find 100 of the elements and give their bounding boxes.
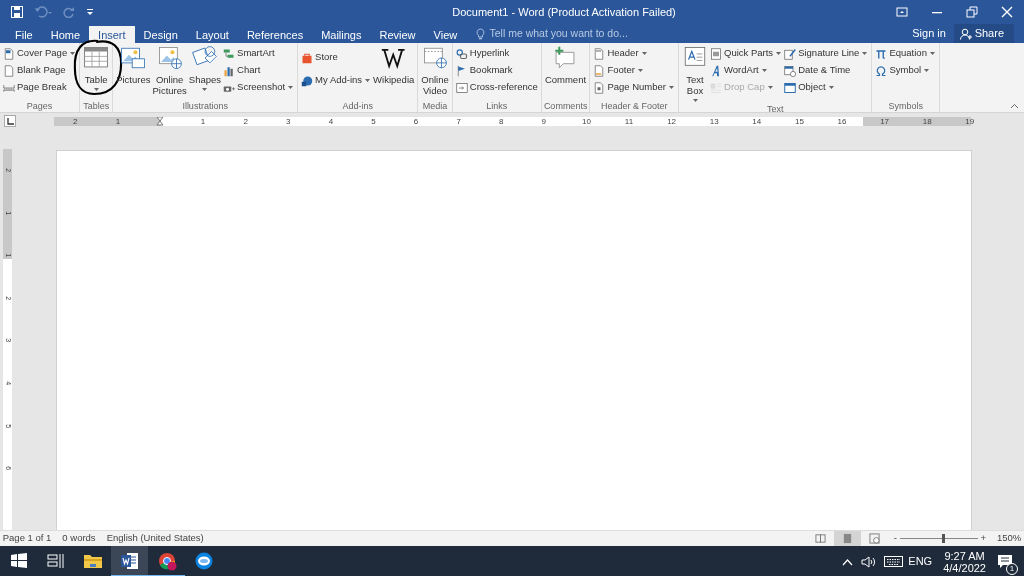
footer-icon xyxy=(593,64,606,77)
ribbon-button[interactable]: Symbol xyxy=(874,62,937,79)
ruler-number: 14 xyxy=(752,116,762,126)
indent-marker-icon[interactable] xyxy=(156,116,165,126)
ribbon-display-icon[interactable] xyxy=(895,6,908,18)
page-count[interactable]: Page 1 of 1 xyxy=(2,531,52,546)
page-number-icon xyxy=(593,81,606,94)
ribbon-button[interactable]: Signature Line xyxy=(783,45,870,62)
keyboard-icon[interactable] xyxy=(883,556,903,567)
ribbon-button[interactable]: Equation xyxy=(874,45,937,62)
ribbon-button[interactable]: Date & Time xyxy=(783,62,870,79)
close-icon[interactable] xyxy=(1000,6,1013,18)
ribbon-tab[interactable]: Review xyxy=(370,26,425,43)
ribbon-button[interactable]: Cross-reference xyxy=(454,79,539,96)
ribbon-button[interactable]: Store xyxy=(300,49,373,66)
ruler-number: 7 xyxy=(456,116,461,126)
group-label: Illustrations xyxy=(181,100,229,112)
ribbon-tab[interactable]: Mailings xyxy=(312,26,371,43)
ribbon-button[interactable]: Chart xyxy=(222,62,296,79)
ribbon-button[interactable]: Page Number xyxy=(592,79,676,96)
ribbon-button[interactable]: Blank Page xyxy=(2,62,78,79)
group-label: Add-ins xyxy=(341,100,374,112)
ribbon-button[interactable]: Bookmark xyxy=(454,62,539,79)
window-icon xyxy=(784,81,797,94)
ribbon-button[interactable]: Wikipedia xyxy=(372,45,416,100)
ruler-number: 2 xyxy=(243,116,248,126)
ribbon-tab[interactable]: References xyxy=(237,26,313,43)
ruler-number: 6 xyxy=(413,116,419,126)
language-indicator[interactable]: English (United States) xyxy=(106,531,204,546)
ribbon-button[interactable]: Screenshot xyxy=(222,79,296,96)
ribbon-button[interactable]: Comment xyxy=(543,45,588,100)
zoom-percent[interactable]: 150% xyxy=(996,531,1022,546)
ribbon-button[interactable]: SmartArt xyxy=(222,45,296,62)
group-label: Media xyxy=(421,100,449,112)
ribbon-tab[interactable]: View xyxy=(424,26,467,43)
caret-icon xyxy=(766,85,774,90)
ribbon-tab[interactable]: Insert xyxy=(89,26,135,43)
word-count[interactable]: 0 words xyxy=(62,531,96,546)
calendar-icon xyxy=(784,64,797,77)
tab-selector-icon[interactable] xyxy=(6,117,14,125)
ribbon-button[interactable]: Online Video xyxy=(420,45,450,100)
input-language[interactable]: ENG xyxy=(908,553,933,570)
ribbon-button[interactable]: Shapes xyxy=(187,45,223,100)
ruler-number: 4 xyxy=(328,116,334,126)
collapse-ribbon-icon[interactable] xyxy=(1009,103,1019,110)
omega-icon xyxy=(875,64,888,77)
drop-cap-icon xyxy=(710,81,722,94)
ribbon-tab[interactable]: File xyxy=(6,26,42,43)
ruler-number: 16 xyxy=(837,116,847,126)
ribbon-button[interactable]: Cover Page xyxy=(2,45,78,62)
ribbon-button[interactable]: Footer xyxy=(592,62,676,79)
quick-parts-icon xyxy=(710,47,722,60)
ribbon-button[interactable]: My Add-ins xyxy=(300,72,373,89)
ribbon-tab[interactable]: Layout xyxy=(186,26,238,43)
ribbon-button[interactable]: Header xyxy=(592,45,676,62)
ribbon-button[interactable]: Hyperlink xyxy=(454,45,539,62)
taskbar-button[interactable] xyxy=(111,546,148,576)
word-app-icon xyxy=(119,550,140,571)
blank-page-icon xyxy=(3,64,15,77)
save-icon[interactable] xyxy=(11,6,23,18)
ribbon-button[interactable]: WordArt xyxy=(709,62,784,79)
customize-caret-icon[interactable] xyxy=(86,8,94,16)
restore-icon[interactable] xyxy=(965,6,978,18)
ruler-number: 1 xyxy=(115,116,121,126)
chevron-up-icon[interactable] xyxy=(841,557,853,566)
wordart-icon xyxy=(710,64,722,77)
ribbon-button[interactable]: Page Break xyxy=(2,79,78,96)
ribbon-button[interactable]: Table xyxy=(82,45,111,100)
notification-icon[interactable] xyxy=(997,554,1013,571)
clock-time[interactable]: 9:27 AM xyxy=(944,549,985,562)
group-label: Tables xyxy=(82,100,111,112)
tell-me-field[interactable]: Tell me what you want to do... xyxy=(471,24,692,43)
group-label: Links xyxy=(485,100,509,112)
store-icon xyxy=(301,51,314,64)
zoom-slider-thumb[interactable] xyxy=(941,534,945,543)
zoom-out-button[interactable]: - xyxy=(893,531,897,546)
caret-icon xyxy=(827,85,835,90)
share-button[interactable]: Share xyxy=(953,24,1014,43)
ribbon-button[interactable]: Online Pictures xyxy=(151,45,188,100)
ribbon-button[interactable]: Quick Parts xyxy=(709,45,784,62)
zoom-in-button[interactable]: + xyxy=(980,531,986,546)
ruler-number: 10 xyxy=(581,116,591,126)
view-button[interactable] xyxy=(834,531,862,546)
notification-badge: 1 xyxy=(1006,563,1018,576)
ribbon-button[interactable]: Object xyxy=(783,79,870,96)
ruler-number: 9 xyxy=(541,116,547,126)
read-mode-icon xyxy=(815,533,827,544)
ribbon-button[interactable]: Text Box xyxy=(681,45,709,103)
caret-icon xyxy=(923,68,931,73)
clock-date[interactable]: 4/4/2022 xyxy=(943,561,986,574)
caret-icon xyxy=(636,68,644,73)
caret-icon xyxy=(668,85,675,90)
caret-icon xyxy=(92,86,100,92)
ribbon-tab[interactable]: Design xyxy=(134,26,187,43)
speaker-icon[interactable] xyxy=(860,555,875,568)
chart-icon xyxy=(223,64,236,77)
sign-in-link[interactable]: Sign in xyxy=(904,24,954,43)
ribbon-tab[interactable]: Home xyxy=(41,26,90,43)
cover-page-icon xyxy=(3,47,15,60)
ruler-number: 2 xyxy=(73,116,78,126)
